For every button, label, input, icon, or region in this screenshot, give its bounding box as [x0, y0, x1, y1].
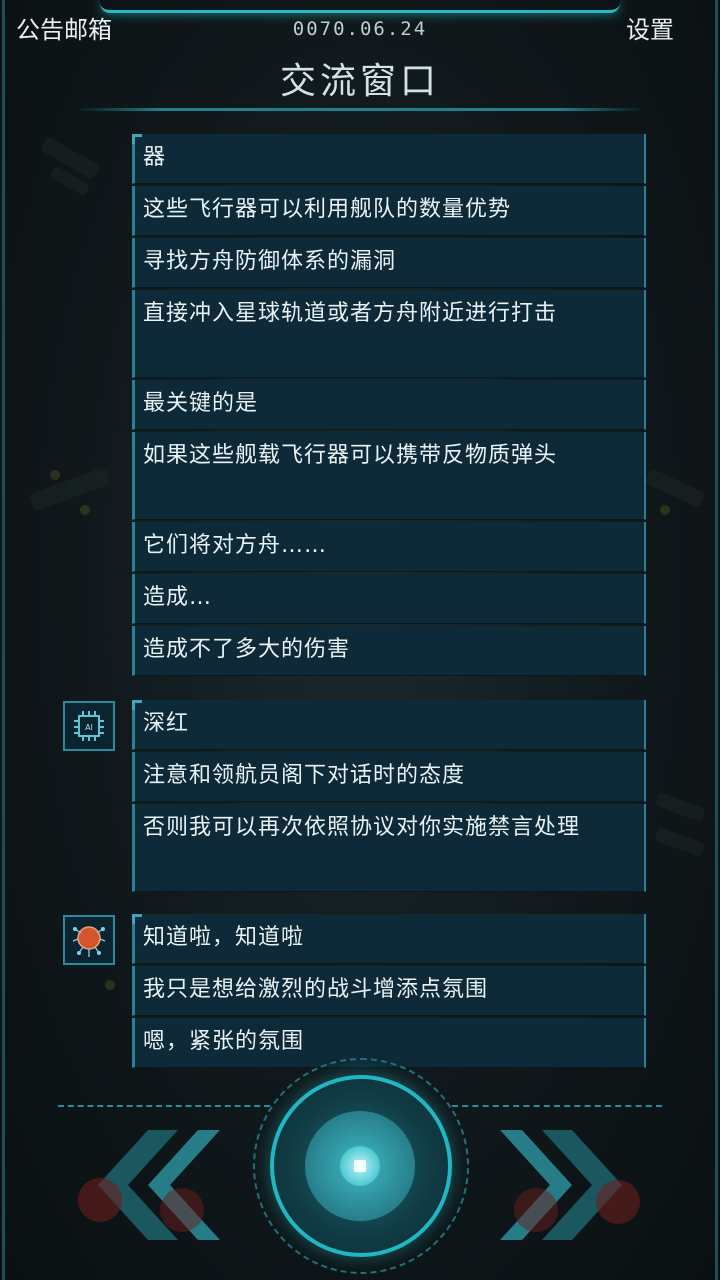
chat-message: 直接冲入星球轨道或者方舟附近进行打击 — [132, 290, 646, 378]
top-bar: 公告邮箱 0070.06.24 设置 — [0, 0, 720, 44]
background-ship — [650, 780, 710, 870]
game-date: 0070.06.24 — [292, 18, 428, 40]
title-divider — [75, 108, 645, 111]
chat-message: 否则我可以再次依照协议对你实施禁言处理 — [132, 804, 646, 892]
background-ship — [640, 460, 710, 530]
control-divider-left — [58, 1105, 270, 1107]
chat-message: 我只是想给激烈的战斗增添点氛围 — [132, 966, 646, 1016]
chat-message: 这些飞行器可以利用舰队的数量优势 — [132, 186, 646, 236]
play-core-icon[interactable] — [340, 1146, 380, 1186]
settings-button[interactable]: 设置 — [626, 10, 674, 45]
background-ship — [30, 136, 110, 210]
background-ship — [80, 960, 140, 1020]
chat-message: 知道啦，知道啦 — [132, 914, 646, 964]
ai-chip-icon: AI — [74, 711, 104, 741]
double-chevron-left-icon[interactable] — [70, 1130, 220, 1240]
chat-message: 寻找方舟防御体系的漏洞 — [132, 238, 646, 288]
frame-left-border — [2, 0, 5, 1280]
page-title: 交流窗口 — [279, 61, 440, 102]
background-ship — [20, 460, 120, 540]
chat-message: 它们将对方舟…… — [132, 522, 646, 572]
speaker-avatar-ai[interactable]: AI — [63, 701, 115, 751]
control-divider-right — [452, 1105, 662, 1107]
ai-chip-label: AI — [85, 723, 93, 732]
chat-message: 最关键的是 — [132, 380, 646, 430]
chat-message: 注意和领航员阁下对话时的态度 — [132, 752, 646, 802]
chat-message: 如果这些舰载飞行器可以携带反物质弹头 — [132, 432, 646, 520]
chat-message: 深红 — [132, 700, 646, 750]
chat-message: 器 — [132, 134, 646, 184]
chat-message: 造成… — [132, 574, 646, 624]
chat-message: 嗯，紧张的氛围 — [132, 1018, 646, 1068]
speaker-avatar-brain[interactable] — [63, 915, 115, 965]
double-chevron-right-icon[interactable] — [500, 1130, 650, 1240]
chat-message: 造成不了多大的伤害 — [132, 626, 646, 676]
brain-orb-icon — [72, 926, 106, 957]
frame-right-border — [715, 0, 718, 1280]
